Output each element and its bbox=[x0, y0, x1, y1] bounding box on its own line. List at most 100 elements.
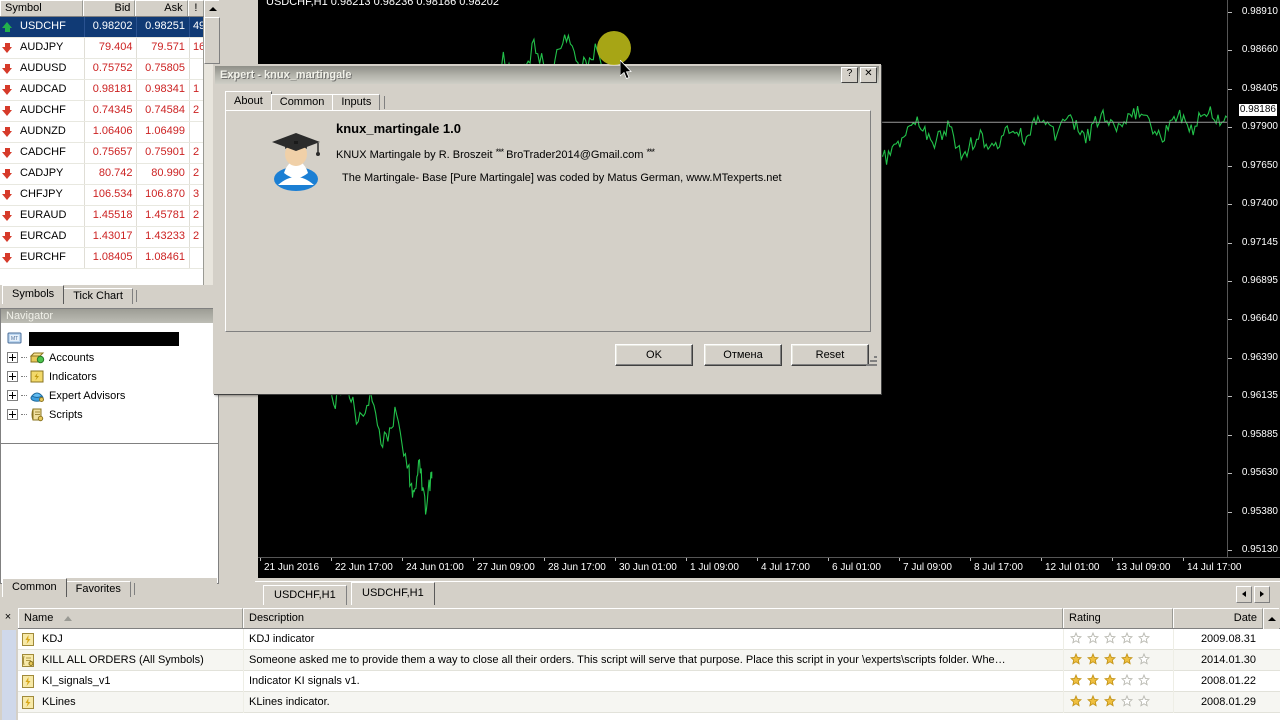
time-tick-label: 13 Jul 09:00 bbox=[1116, 562, 1171, 573]
help-icon[interactable]: ? bbox=[841, 67, 858, 83]
chart-tabbar: USDCHF,H1 USDCHF,H1 bbox=[255, 581, 1280, 605]
ask-cell: 1.43233 bbox=[136, 227, 188, 247]
expand-icon[interactable] bbox=[7, 390, 18, 401]
results-scroll-up-button[interactable] bbox=[1263, 608, 1279, 629]
tree-connector bbox=[21, 413, 27, 416]
tab-common[interactable]: Common bbox=[2, 578, 67, 597]
market-watch-row[interactable]: CADJPY 80.742 80.990 2 bbox=[0, 164, 219, 185]
market-watch-row[interactable]: AUDJPY79.40479.571167 bbox=[0, 38, 219, 59]
market-watch-row[interactable]: AUDUSD 0.75752 0.75805 bbox=[0, 59, 219, 80]
about-heading: knux_martingale 1.0 bbox=[336, 121, 461, 136]
dialog-tabstrip-divider bbox=[384, 96, 386, 109]
ok-button[interactable]: OK bbox=[615, 344, 693, 366]
expand-icon[interactable] bbox=[7, 371, 18, 382]
tab-tick-chart[interactable]: Tick Chart bbox=[63, 288, 133, 304]
navigator-item-expert-advisors[interactable]: Expert Advisors bbox=[7, 386, 218, 405]
market-watch-row[interactable]: EURCHF 1.08405 1.08461 bbox=[0, 248, 219, 269]
symbol-cell: AUDJPY bbox=[0, 38, 84, 58]
price-tick-mark bbox=[1228, 127, 1232, 129]
symbol-cell: AUDNZD bbox=[0, 122, 84, 142]
column-header-spread[interactable]: ! bbox=[187, 0, 205, 16]
market-watch-row[interactable]: AUDNZD 1.06406 1.06499 bbox=[0, 122, 219, 143]
price-axis[interactable]: 0.98910 0.98660 0.98405 0.97900 0.97650 0.974… bbox=[1228, 0, 1280, 558]
navigator-tabstrip-divider bbox=[133, 583, 135, 595]
symbol-label: AUDUSD bbox=[20, 62, 67, 74]
dialog-tab-common[interactable]: Common bbox=[270, 94, 334, 111]
navigator-tree: MT Accounts Indicators Expert Advisors Scri… bbox=[1, 323, 218, 424]
time-tick-mark bbox=[402, 558, 403, 561]
market-watch-row[interactable]: CADCHF 0.75657 0.75901 2 bbox=[0, 143, 219, 164]
dialog-titlebar[interactable]: Expert - knux_martingale ? ✕ bbox=[215, 66, 879, 84]
market-watch-row[interactable]: AUDCAD 0.98181 0.98341 1 bbox=[0, 80, 219, 101]
indicator-file-icon bbox=[22, 695, 34, 709]
rating-star bbox=[1069, 673, 1083, 686]
market-watch-row[interactable]: EURAUD 1.45518 1.45781 2 bbox=[0, 206, 219, 227]
column-header-ask[interactable]: Ask bbox=[135, 0, 188, 16]
column-header-date[interactable]: Date bbox=[1173, 608, 1263, 628]
navigator-title: Navigator bbox=[1, 309, 218, 323]
column-header-symbol[interactable]: Symbol bbox=[0, 0, 84, 16]
tab-favorites[interactable]: Favorites bbox=[65, 581, 131, 597]
price-tick-mark bbox=[1228, 550, 1232, 551]
chart-tabs-prev-button[interactable] bbox=[1236, 586, 1252, 603]
tab-symbols[interactable]: Symbols bbox=[2, 285, 65, 304]
expand-icon[interactable] bbox=[7, 352, 18, 363]
table-row[interactable]: KDJ KDJ indicator 2009.08.31 bbox=[18, 628, 1280, 650]
table-row[interactable]: KLines KLines indicator. 2008.01.29 bbox=[18, 691, 1280, 713]
navigator-item-accounts[interactable]: Accounts bbox=[7, 348, 218, 367]
price-tick-label: 0.97400 bbox=[1241, 198, 1278, 210]
row-name-label: KI_signals_v1 bbox=[42, 674, 111, 687]
rating-star bbox=[1137, 652, 1151, 665]
bid-cell: 0.98181 bbox=[84, 80, 136, 100]
close-panel-button[interactable]: × bbox=[2, 612, 14, 624]
symbol-cell: EURCAD bbox=[0, 227, 84, 247]
chart-tab-2[interactable]: USDCHF,H1 bbox=[351, 582, 435, 605]
table-row[interactable]: KI_signals_v1 Indicator KI signals v1. 200… bbox=[18, 670, 1280, 692]
column-header-bid[interactable]: Bid bbox=[83, 0, 136, 16]
expand-icon[interactable] bbox=[7, 409, 18, 420]
dialog-tab-about[interactable]: About bbox=[225, 91, 272, 111]
ask-cell: 0.75805 bbox=[136, 59, 188, 79]
navigator-root-node[interactable]: MT bbox=[7, 329, 218, 348]
time-tick-label: 1 Jul 09:00 bbox=[690, 562, 739, 573]
arrow-down-icon bbox=[2, 190, 13, 201]
table-row[interactable]: KILL ALL ORDERS (All Symbols) Someone ask… bbox=[18, 649, 1280, 671]
arrow-down-icon bbox=[2, 253, 13, 264]
market-watch-grid: Symbol Bid Ask ! USDCHF 0.98202 0.98251 49 A… bbox=[0, 0, 219, 285]
market-watch-scroll-thumb[interactable] bbox=[204, 17, 220, 64]
column-header-name[interactable]: Name bbox=[18, 608, 243, 628]
symbol-cell: AUDCHF bbox=[0, 101, 84, 121]
column-header-rating[interactable]: Rating bbox=[1063, 608, 1173, 628]
symbol-label: CADCHF bbox=[20, 146, 66, 158]
bid-cell: 1.06406 bbox=[84, 122, 136, 142]
price-tick-label: 0.96895 bbox=[1241, 275, 1278, 286]
dialog-resize-grip[interactable] bbox=[865, 354, 877, 366]
reset-button[interactable]: Reset bbox=[791, 344, 869, 366]
time-tick-label: 4 Jul 17:00 bbox=[761, 562, 810, 573]
rating-star bbox=[1120, 652, 1134, 665]
market-watch-row[interactable]: EURCAD 1.43017 1.43233 2 bbox=[0, 227, 219, 248]
market-watch-row[interactable]: CHFJPY 106.534 106.870 3 bbox=[0, 185, 219, 206]
row-description-cell: KDJ indicator bbox=[243, 628, 1063, 650]
navigator-item-indicators[interactable]: Indicators bbox=[7, 367, 218, 386]
navigator-root-label bbox=[29, 331, 179, 346]
ask-cell: 1.45781 bbox=[136, 206, 188, 226]
panel-rail-highlight bbox=[2, 630, 16, 720]
column-header-description[interactable]: Description bbox=[243, 608, 1063, 628]
dialog-tab-inputs[interactable]: Inputs bbox=[332, 94, 381, 111]
chart-tab-1[interactable]: USDCHF,H1 bbox=[263, 585, 347, 605]
svg-text:MT: MT bbox=[11, 336, 18, 342]
market-watch-scroll-up-button[interactable] bbox=[204, 0, 219, 17]
price-tick-mark bbox=[1228, 357, 1232, 359]
price-tick-mark bbox=[1228, 50, 1232, 52]
price-tick-mark bbox=[1228, 88, 1232, 90]
cancel-button[interactable]: Отмена bbox=[704, 344, 782, 366]
market-watch-row[interactable]: AUDCHF 0.74345 0.74584 2 bbox=[0, 101, 219, 122]
close-icon[interactable]: ✕ bbox=[860, 67, 877, 83]
chart-tabs-next-button[interactable] bbox=[1254, 586, 1270, 603]
bid-cell: 1.43017 bbox=[84, 227, 136, 247]
navigator-item-scripts[interactable]: Scripts bbox=[7, 405, 218, 424]
market-watch-row[interactable]: USDCHF 0.98202 0.98251 49 bbox=[0, 17, 219, 38]
time-tick-label: 12 Jul 01:00 bbox=[1045, 562, 1100, 573]
time-axis[interactable]: 21 Jun 2016 22 Jun 17:00 24 Jun 01:00 27 Ju… bbox=[258, 557, 1280, 578]
